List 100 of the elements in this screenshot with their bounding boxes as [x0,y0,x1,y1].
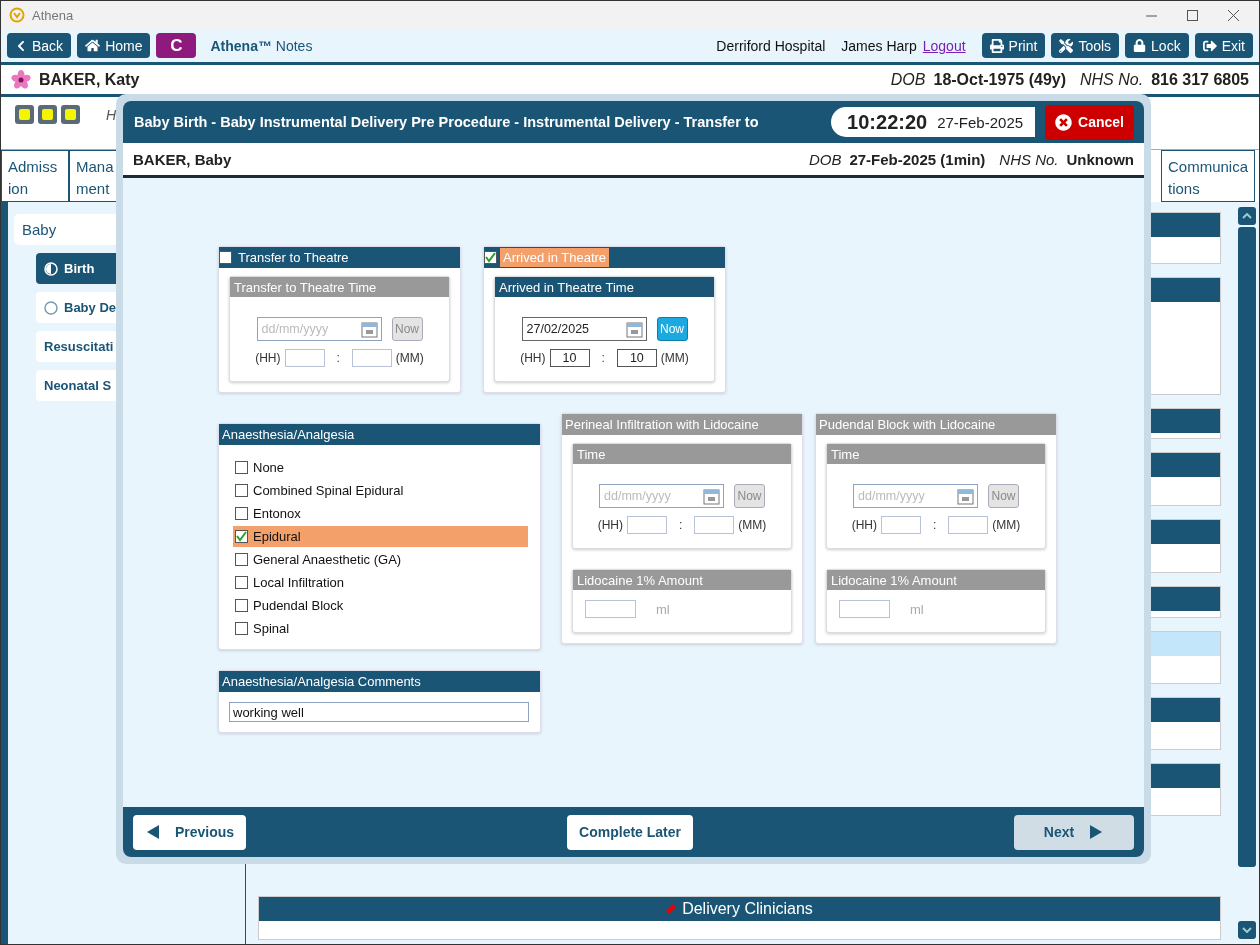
lock-icon [1133,39,1147,52]
window-title: Athena [32,7,74,23]
minutes-label: (MM) [992,518,1021,532]
home-icon [85,38,101,53]
event-label: Arrived in Theatre [500,248,610,267]
exit-icon [1202,38,1217,53]
checkbox[interactable] [235,507,248,520]
checkbox[interactable] [235,553,248,566]
time-card-title: Arrived in Theatre Time [495,277,714,297]
minutes-field[interactable] [694,516,735,534]
minutes-label: (MM) [660,351,689,365]
nav-button[interactable]: Home [77,33,151,58]
calendar-icon[interactable] [703,487,720,505]
printer-icon [989,38,1004,53]
option-row[interactable]: General Anaesthetic (GA) [233,549,528,570]
clock-date: 27-Feb-2025 [937,113,1024,131]
toolbar-button[interactable]: Exit [1194,33,1253,58]
flower-icon [11,69,31,90]
hours-field[interactable] [627,516,667,534]
hours-label: (HH) [255,351,281,365]
event-label: Transfer to Theatre [237,249,350,267]
dob-label: DOB [890,70,926,89]
close-icon[interactable] [1228,9,1239,21]
toolbar-button[interactable]: Print [981,33,1046,58]
amount-title: Lidocaine 1% Amount [573,570,791,590]
time-card-title: Transfer to Theatre Time [230,277,449,297]
hours-field[interactable] [881,516,921,534]
comments-field[interactable]: working well [229,702,529,722]
unit-label: ml [910,601,924,617]
dob-label: DOB [808,150,842,168]
option-row[interactable]: Local Infiltration [233,572,528,593]
previous-button[interactable]: Previous [133,814,247,850]
minutes-field[interactable] [948,516,989,534]
date-field[interactable]: 27/02/2025 [521,317,647,341]
maximize-icon[interactable] [1187,9,1198,21]
checkbox[interactable] [235,576,248,589]
dob-value: 27-Feb-2025 (1min) [849,150,986,168]
nhs-label: NHS No. [999,150,1059,168]
option-row[interactable]: Spinal [233,618,528,639]
option-row[interactable]: Pudendal Block [233,595,528,616]
nhs-number: Unknown [1066,150,1134,168]
hospital-name: Derriford Hospital [716,37,826,54]
minutes-field[interactable]: 10 [616,349,657,367]
scrollbar-thumb[interactable] [1238,227,1256,867]
checkbox[interactable] [235,599,248,612]
toolbar-button[interactable]: Lock [1125,33,1189,58]
nav-button[interactable]: Back [7,33,72,58]
calendar-icon[interactable] [625,320,643,338]
amount-field[interactable] [839,600,890,618]
chevron-up-icon [1242,213,1252,219]
hours-label: (HH) [851,518,877,532]
option-row[interactable]: Combined Spinal Epidural [233,480,528,501]
checkbox[interactable] [235,484,248,497]
tab[interactable]: Communica tions [1160,150,1255,202]
dob-value: 18-Oct-1975 (49y) [933,70,1066,89]
scroll-up-button[interactable] [1238,207,1256,225]
c-button[interactable]: C [156,33,197,58]
amount-title: Lidocaine 1% Amount [827,570,1045,590]
minutes-label: (MM) [395,351,424,365]
tools-icon [1059,38,1074,53]
chevron-down-icon [1242,927,1252,933]
app-name: Athena™ Notes [210,37,313,54]
user-name: James Harp [841,37,917,54]
nhs-number: 816 317 6805 [1151,70,1249,89]
time-separator: : [336,351,340,365]
checkbox[interactable] [235,622,248,635]
amount-field[interactable] [585,600,636,618]
option-row[interactable]: Epidural [233,526,528,547]
card-title: Pudendal Block with Lidocaine [816,414,1056,435]
time-separator: : [933,518,937,532]
calendar-icon[interactable] [957,487,974,505]
checkbox[interactable] [484,251,497,264]
hours-label: (HH) [597,518,623,532]
checkbox[interactable] [219,251,232,264]
hours-label: (HH) [520,351,546,365]
circle-icon [44,300,58,315]
logout-link[interactable]: Logout [922,37,966,54]
card-title: Anaesthesia/Analgesia [219,424,540,445]
checkbox[interactable] [235,461,248,474]
option-row[interactable]: None [233,457,528,478]
time-separator: : [601,351,605,365]
time-card-title: Time [573,444,791,464]
minutes-field[interactable] [351,349,392,367]
cancel-button[interactable]: Cancel [1045,104,1134,140]
info-text: H [106,107,117,123]
hours-field[interactable]: 10 [549,349,590,367]
tab[interactable]: Admiss ion [1,150,69,202]
calendar-icon[interactable] [360,320,378,338]
scroll-down-button[interactable] [1238,921,1256,939]
minutes-label: (MM) [738,518,767,532]
checkbox[interactable] [235,530,248,543]
card-title: Anaesthesia/Analgesia Comments [219,671,540,692]
patient-name: BAKER, Katy [39,70,140,89]
complete-later-button[interactable]: Complete Later [567,814,694,850]
option-row[interactable]: Entonox [233,503,528,524]
pencil-icon [666,904,677,914]
dialog-title: Baby Birth - Baby Instrumental Delivery Pre Procedure - Instrumental Delivery - Transfer to [134,114,760,130]
clock-time: 10:22:20 [847,110,928,134]
hours-field[interactable] [284,349,325,367]
toolbar-button[interactable]: Tools [1051,33,1120,58]
